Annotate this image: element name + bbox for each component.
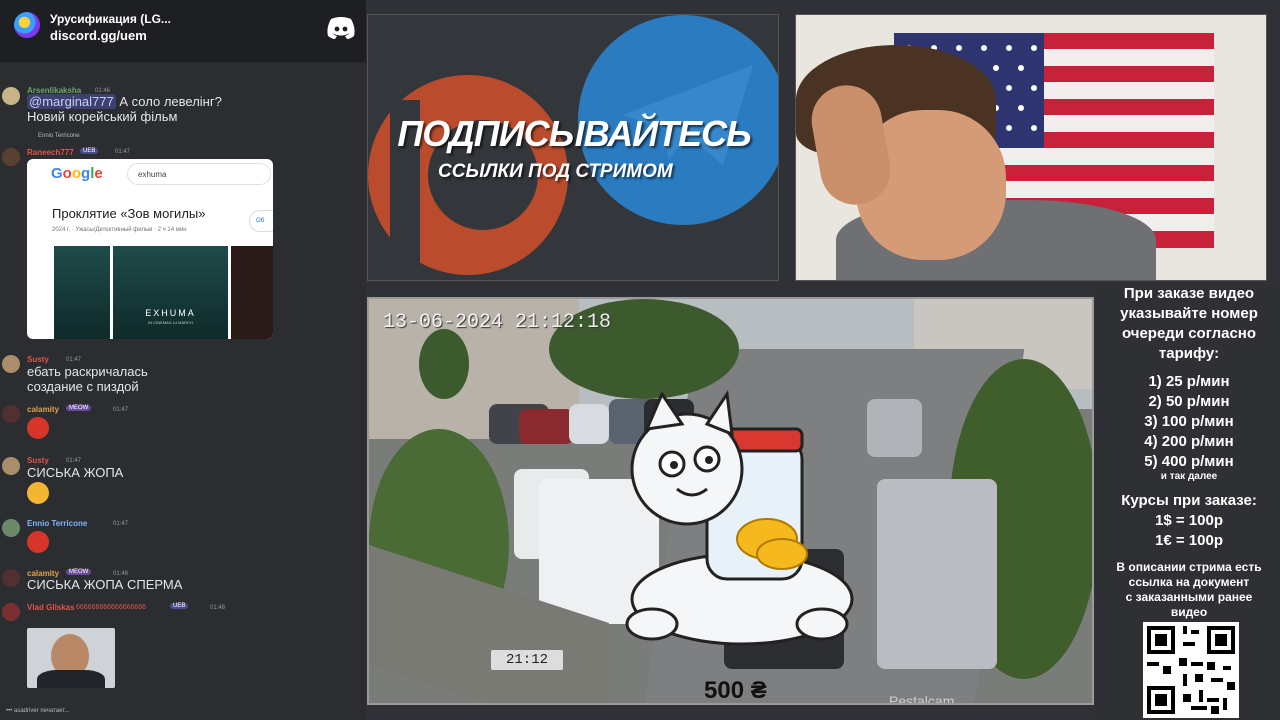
google-result-title: Проклятие «Зов могилы» (52, 206, 206, 221)
username[interactable]: Vlad Gliskas (27, 603, 75, 612)
info-note-line: В описании стрима есть (1116, 560, 1262, 574)
qr-code-icon[interactable] (1143, 622, 1239, 718)
avatar[interactable] (2, 457, 20, 475)
message-text-line: создание с пиздой (27, 379, 139, 394)
poster-image: EXHUMA IN CINEMAS 14 MARCH (113, 246, 228, 339)
parked-car (569, 404, 609, 444)
attached-image[interactable]: Google exhuma Проклятие «Зов могилы» 202… (27, 159, 273, 339)
server-invite[interactable]: discord.gg/uem (50, 28, 147, 43)
info-header-line: При заказе видео (1123, 285, 1255, 302)
tier-etc: и так далее (1160, 471, 1218, 482)
message-text-line: СИСЬКА ЖОПА СПЕРМА (27, 577, 183, 592)
attached-image[interactable] (27, 628, 115, 688)
google-search-box: exhuma (127, 163, 271, 185)
username[interactable]: Ennio Terricone (27, 519, 87, 528)
timestamp: 01:47 (113, 521, 129, 527)
price-tier: 4) 200 р/мин (1144, 433, 1234, 450)
avatar[interactable] (2, 355, 20, 373)
info-note-line: видео (1170, 605, 1208, 619)
username-suffix: 666666666666666666 (76, 604, 147, 611)
role-badge: UEB (170, 603, 189, 609)
promo-subtitle: ССЫЛКИ ПОД СТРИМОМ (438, 161, 673, 182)
timestamp: 01:47 (113, 407, 129, 413)
angry-emoji-icon (27, 531, 49, 553)
price-tier: 5) 400 р/мин (1144, 453, 1234, 470)
timestamp: 01:47 (115, 149, 131, 155)
price-tier: 2) 50 р/мин (1148, 393, 1230, 410)
parked-car (519, 409, 574, 444)
message-text: @marginal777 А соло левелінг? (27, 94, 222, 109)
subscribe-banner: ПОДПИСЫВАЙТЕСЬ ССЫЛКИ ПОД СТРИМОМ (367, 14, 779, 281)
avatar[interactable] (2, 569, 20, 587)
donation-price: 500 ₴ (704, 677, 767, 704)
cctv-clock: 21:12 (491, 650, 563, 670)
google-more-button: Об (249, 210, 273, 232)
reply-reference[interactable]: Ennio Terricone (38, 133, 80, 139)
order-info-panel: При заказе видео указывайте номер очеред… (1098, 284, 1280, 720)
info-header-line: указывайте номер (1120, 305, 1258, 322)
info-note-line: ссылка на документ (1128, 575, 1250, 589)
message-text-line: А соло левелінг? (119, 94, 222, 109)
role-badge: UEB (80, 148, 99, 154)
avatar[interactable] (2, 405, 20, 423)
cat-piggybank-sticker (625, 389, 854, 646)
rate-eur: 1€ = 100р (1155, 532, 1223, 549)
info-header-line: очереди согласно (1121, 325, 1257, 342)
username[interactable]: Raneech777 (27, 148, 74, 157)
webcam-feed (795, 14, 1267, 281)
poster-title: EXHUMA (145, 308, 196, 318)
rate-usd: 1$ = 100р (1155, 512, 1223, 529)
avatar[interactable] (2, 148, 20, 166)
server-name: Урусификация (LG... (50, 12, 171, 26)
avatar[interactable] (2, 87, 20, 105)
timestamp: 01:48 (210, 605, 226, 611)
cctv-timestamp: 13-06-2024 21:12:18 (383, 311, 612, 334)
discord-chat-panel: Урусификация (LG... discord.gg/uem Arsen… (0, 0, 366, 720)
grimace-emoji-icon (27, 482, 49, 504)
timestamp: 01:47 (66, 458, 82, 464)
discord-header: Урусификация (LG... discord.gg/uem (0, 0, 366, 62)
price-tier: 3) 100 р/мин (1144, 413, 1234, 430)
parked-car (867, 399, 922, 457)
message-text-line: ебать раскричалась (27, 364, 148, 379)
message-text-line: Новий корейський фільм (27, 109, 178, 124)
cctv-camera-feed: 13-06-2024 21:12:18 21:12 500 ₴ Pestalca… (367, 297, 1094, 705)
username[interactable]: calamity (27, 405, 59, 414)
server-icon[interactable] (14, 12, 40, 38)
poster-image (231, 246, 273, 339)
avatar[interactable] (2, 603, 20, 621)
info-header-line: тарифу: (1158, 345, 1220, 362)
role-badge: MEOW (66, 569, 92, 575)
message-text-line: СИСЬКА ЖОПА (27, 465, 124, 480)
tree (419, 329, 469, 399)
role-badge: MEOW (66, 405, 92, 411)
timestamp: 01:47 (66, 357, 82, 363)
typing-dots-icon: ••• (6, 708, 13, 714)
discord-logo-icon (327, 17, 355, 39)
username[interactable]: Susty (27, 456, 49, 465)
mention[interactable]: @marginal777 (27, 94, 116, 109)
google-result-subtitle: 2024 г. · Ужасы/Детективный фильм · 2 ч … (52, 227, 187, 233)
poster-subtitle: IN CINEMAS 14 MARCH (148, 320, 193, 325)
avatar[interactable] (2, 519, 20, 537)
selfie-body (37, 670, 105, 688)
parked-car (877, 479, 997, 669)
cctv-watermark: Pestalcam (889, 693, 955, 705)
rates-title: Курсы при заказе: (1121, 492, 1257, 509)
stream-layout: Урусификация (LG... discord.gg/uem Arsen… (0, 0, 1280, 720)
username[interactable]: Susty (27, 355, 49, 364)
price-tier: 1) 25 р/мин (1148, 373, 1230, 390)
typing-text: asadriver печатает... (13, 708, 70, 714)
angry-emoji-icon (27, 417, 49, 439)
google-logo: Google (51, 165, 103, 182)
promo-title: ПОДПИСЫВАЙТЕСЬ (397, 113, 751, 154)
info-note-line: с заказанными ранее (1125, 590, 1253, 604)
typing-indicator: ••• asadriver печатает... (6, 708, 69, 714)
poster-image (54, 246, 110, 339)
